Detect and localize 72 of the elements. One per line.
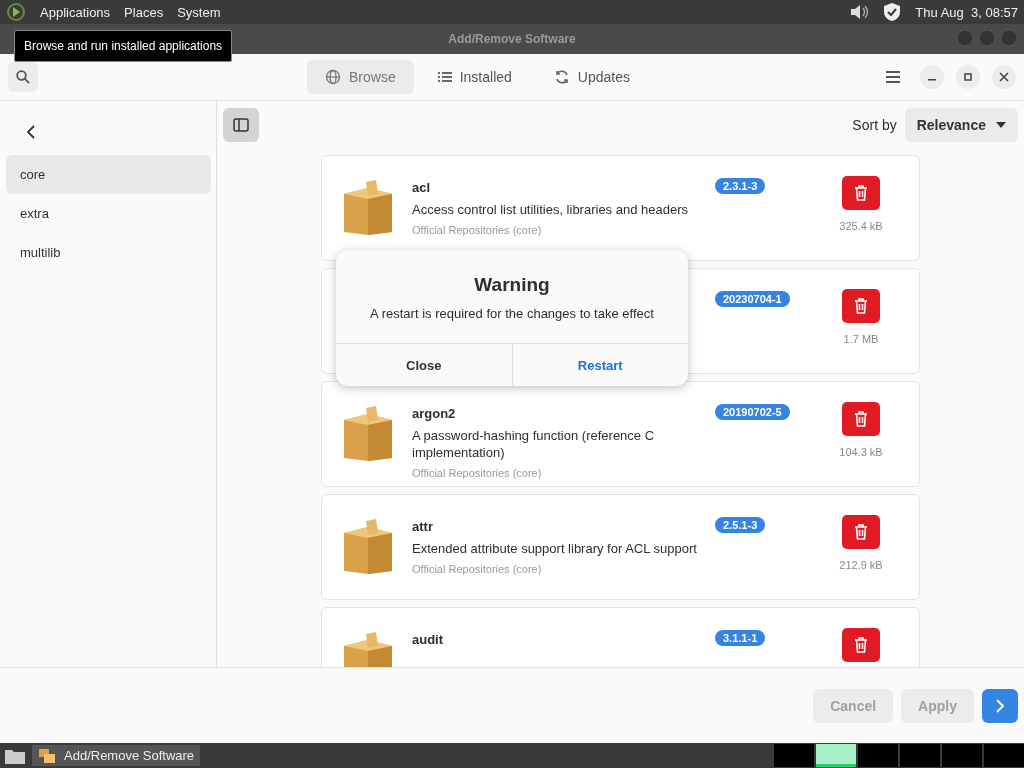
caret-icon xyxy=(996,122,1006,128)
window-title: Add/Remove Software xyxy=(448,32,576,46)
remove-button[interactable] xyxy=(842,515,880,549)
version-badge: 20230704-1 xyxy=(715,291,790,307)
globe-icon xyxy=(325,69,341,85)
maximize-icon xyxy=(964,73,972,81)
package-description: A password-hashing function (reference C implementation) xyxy=(412,427,656,461)
package-description: Access control list utilities, libraries and headers xyxy=(412,201,689,218)
menu-logo-icon[interactable] xyxy=(6,2,26,22)
package-card[interactable]: audit 3.1.1-1 xyxy=(321,607,920,667)
minimize-button[interactable] xyxy=(920,65,944,89)
remove-button[interactable] xyxy=(842,628,880,662)
package-size: 325.4 kB xyxy=(839,220,883,232)
package-card[interactable]: argon2 A password-hashing function (reference C implementation) Official Repositories (core) 20190702-5 104.3 kB xyxy=(321,381,920,487)
close-button[interactable] xyxy=(992,65,1016,89)
panel-menu[interactable]: System xyxy=(177,4,221,20)
remove-button[interactable] xyxy=(842,289,880,323)
remove-button[interactable] xyxy=(842,176,880,210)
package-name: attr xyxy=(412,519,434,534)
trash-icon xyxy=(854,637,868,653)
panel-menu[interactable]: Applications xyxy=(40,4,111,20)
package-description: Extended attribute support library for ACL support xyxy=(412,540,698,557)
package-name: argon2 xyxy=(412,406,457,421)
package-repository: Official Repositories (core) xyxy=(412,224,543,236)
tab[interactable]: Browse xyxy=(307,60,414,94)
refresh-icon xyxy=(553,69,570,85)
package-size: 212.9 kB xyxy=(839,559,883,571)
dialog-message: A restart is required for the changes to take effect xyxy=(369,306,655,321)
shield-icon[interactable] xyxy=(883,2,902,22)
dialog-title: Warning xyxy=(473,274,551,296)
remove-button[interactable] xyxy=(842,402,880,436)
package-repository: Official Repositories (core) xyxy=(412,467,543,479)
sidebar-item[interactable]: extra xyxy=(6,194,211,233)
sort-label: Sort by xyxy=(852,117,897,133)
trash-icon xyxy=(854,411,868,427)
next-button[interactable] xyxy=(982,689,1018,723)
package-size: 104.3 kB xyxy=(839,446,883,458)
chevron-left-icon xyxy=(26,125,36,139)
trash-icon xyxy=(854,185,868,201)
package-size: 1.7 MB xyxy=(843,333,879,345)
menu-icon xyxy=(886,71,900,83)
sidebar-item[interactable]: core xyxy=(6,155,211,194)
chevron-right-icon xyxy=(995,699,1005,713)
speaker-icon[interactable] xyxy=(849,3,870,21)
sidebar-toggle-button[interactable] xyxy=(223,108,259,142)
version-badge: 2.3.1-3 xyxy=(715,178,766,194)
clock[interactable]: Thu Aug 3, 08:57 xyxy=(915,4,1018,20)
list-icon xyxy=(437,71,452,83)
version-badge: 3.1.1-1 xyxy=(715,630,766,646)
sort-dropdown[interactable]: Relevance xyxy=(904,108,1018,142)
package-name: acl xyxy=(412,180,432,195)
tab[interactable]: Updates xyxy=(535,60,648,94)
trash-icon xyxy=(854,298,868,314)
package-card[interactable]: acl Access control list utilities, libraries and headers Official Repositories (core) 2.3.1-3 325.4 kB xyxy=(321,155,920,261)
taskbar-button[interactable]: Add/Remove Software xyxy=(32,745,201,766)
panel-menu[interactable]: Places xyxy=(124,4,164,20)
package-card[interactable]: attr Extended attribute support library for ACL support Official Repositories (core) 2.5.1-3 212.9 kB xyxy=(321,494,920,600)
package-name: audit xyxy=(412,632,445,647)
search-icon xyxy=(16,70,30,84)
search-button[interactable] xyxy=(8,62,38,92)
close-icon xyxy=(999,72,1009,82)
version-badge: 20190702-5 xyxy=(715,404,790,420)
tab[interactable]: Installed xyxy=(419,60,530,94)
dialog-button[interactable]: Restart xyxy=(511,344,688,386)
app-icon xyxy=(38,747,56,764)
trash-icon xyxy=(854,524,868,540)
version-badge: 2.5.1-3 xyxy=(715,517,766,533)
maximize-button[interactable] xyxy=(956,65,980,89)
package-repository: Official Repositories (core) xyxy=(412,563,543,575)
sidebar-item[interactable]: multilib xyxy=(6,233,211,272)
sidebar-icon xyxy=(233,118,249,132)
tooltip: Browse and run installed applications xyxy=(14,30,233,62)
